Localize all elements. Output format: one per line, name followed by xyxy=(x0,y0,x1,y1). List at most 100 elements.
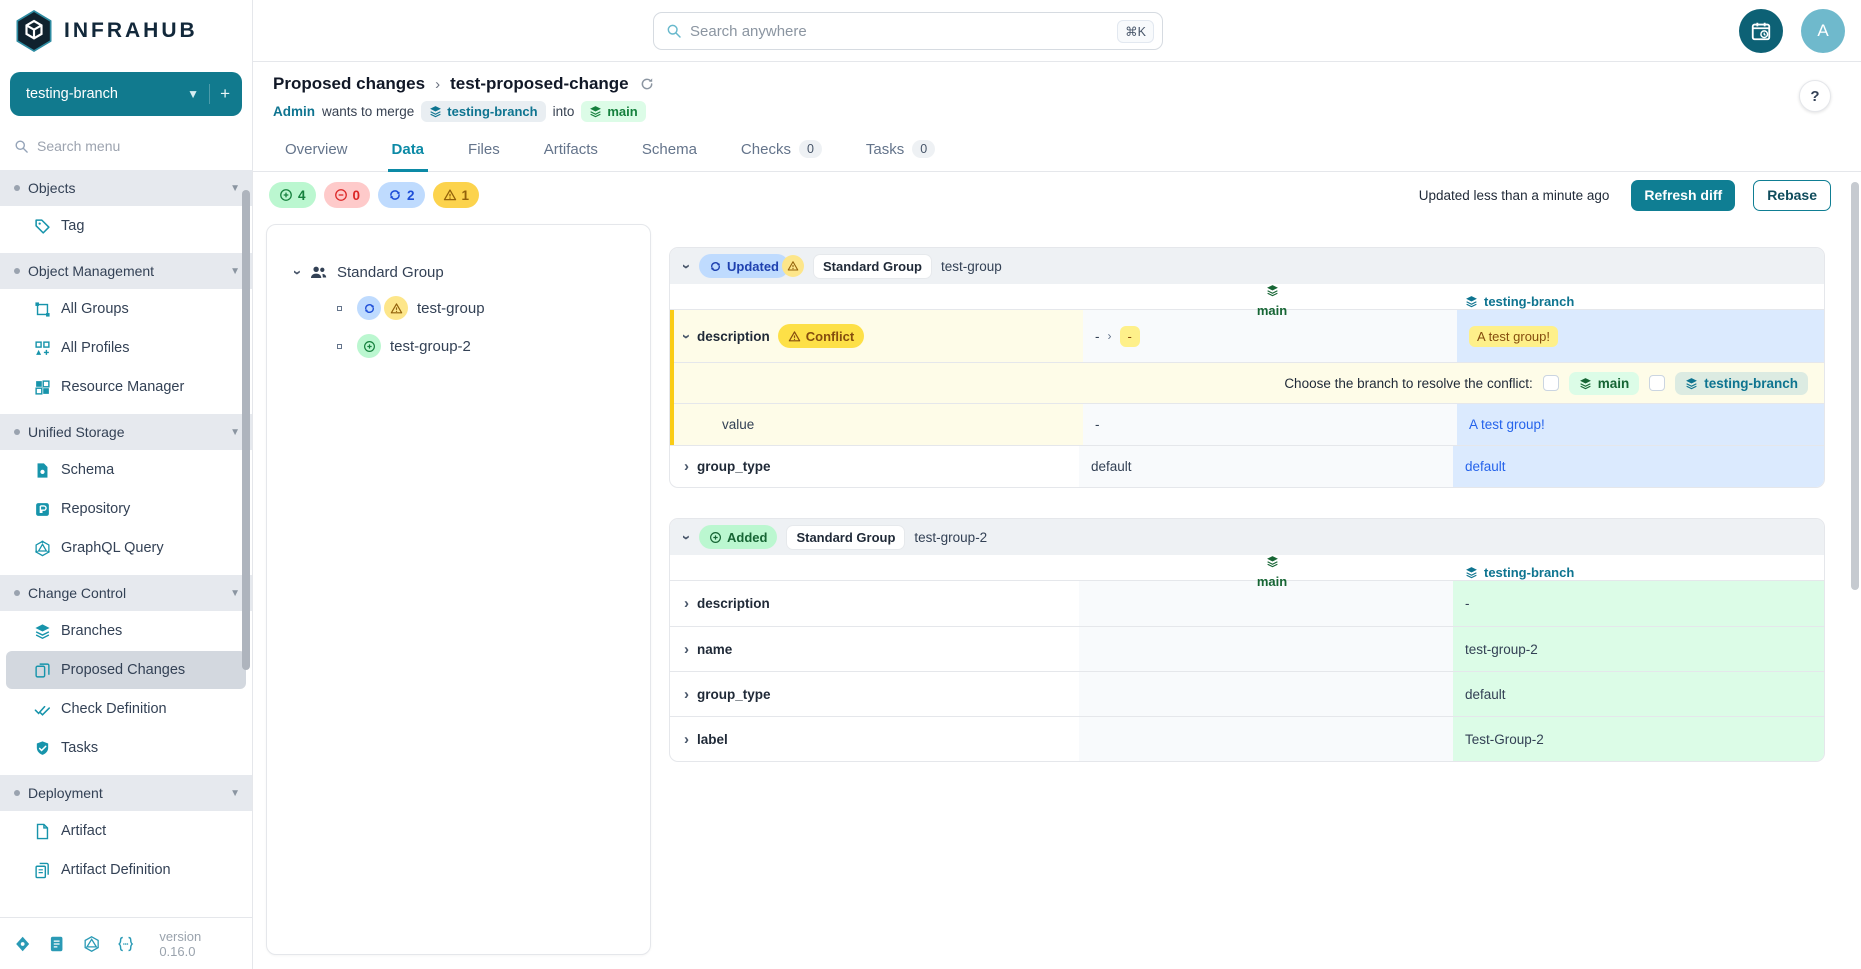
menu-search[interactable] xyxy=(0,122,252,166)
chevron-right-icon[interactable]: › xyxy=(684,731,689,748)
bullet-icon xyxy=(14,590,20,596)
breadcrumb-root[interactable]: Proposed changes xyxy=(273,74,425,94)
global-search-input[interactable] xyxy=(690,23,1109,40)
menu-search-input[interactable] xyxy=(37,138,207,154)
branch-columns-header: main testing-branch xyxy=(670,555,1824,581)
files-icon xyxy=(34,862,51,879)
sidebar-item-artifact[interactable]: Artifact xyxy=(6,812,246,850)
diff-card-header[interactable]: › Added Standard Group test-group-2 xyxy=(670,519,1824,555)
main-branch-option[interactable]: main xyxy=(1569,372,1640,395)
sidebar-item-schema[interactable]: Schema xyxy=(6,451,246,489)
double-check-icon xyxy=(34,701,51,718)
chevron-down-icon[interactable]: › xyxy=(678,535,695,540)
main-branch-checkbox[interactable] xyxy=(1543,375,1559,391)
attribute-row-name[interactable]: ›name test-group-2 xyxy=(670,626,1824,671)
sidebar-item-label: Artifact xyxy=(61,823,106,839)
tab-artifacts[interactable]: Artifacts xyxy=(544,140,598,171)
source-branch-chip[interactable]: testing-branch xyxy=(421,101,545,122)
sidebar-item-all-groups[interactable]: All Groups xyxy=(6,290,246,328)
attribute-row-label[interactable]: ›label Test-Group-2 xyxy=(670,716,1824,761)
object-kind-badge: Standard Group xyxy=(814,255,931,278)
diff-card-header[interactable]: › Updated Standard Group test-group xyxy=(670,248,1824,284)
checks-count-badge: 0 xyxy=(799,140,822,158)
chevron-down-icon[interactable]: ▼ xyxy=(177,87,209,101)
help-button[interactable]: ? xyxy=(1799,80,1831,112)
target-value-cell: A test group! xyxy=(1457,404,1824,445)
avatar[interactable]: A xyxy=(1801,9,1845,53)
testing-branch-checkbox[interactable] xyxy=(1649,375,1665,391)
object-group-icon xyxy=(34,301,51,318)
tab-overview[interactable]: Overview xyxy=(285,140,348,171)
bullet-icon xyxy=(14,790,20,796)
page-scrollbar[interactable] xyxy=(1851,182,1859,590)
brand-logo[interactable]: INFRAHUB xyxy=(0,0,252,62)
braces-icon[interactable] xyxy=(117,935,134,953)
global-search[interactable]: ⌘K xyxy=(653,12,1163,50)
sidebar-item-graphql-query[interactable]: GraphQL Query xyxy=(6,529,246,567)
attribute-row-group-type[interactable]: › group_type default default xyxy=(670,445,1824,487)
chevron-down-icon[interactable]: › xyxy=(678,334,695,339)
sidebar-item-repository[interactable]: Repository xyxy=(6,490,246,528)
section-change-control[interactable]: Change Control ▼ xyxy=(0,575,252,611)
section-unified-storage[interactable]: Unified Storage ▼ xyxy=(0,414,252,450)
search-icon xyxy=(14,139,29,154)
sidebar-item-resource-manager[interactable]: Resource Manager xyxy=(6,368,246,406)
tree-node-standard-group[interactable]: › Standard Group xyxy=(295,263,650,282)
sidebar-item-tasks[interactable]: Tasks xyxy=(6,729,246,767)
calendar-clock-button[interactable] xyxy=(1739,9,1783,53)
refresh-icon[interactable] xyxy=(639,76,655,92)
plus-circle-icon xyxy=(709,531,722,544)
chevron-right-icon[interactable]: › xyxy=(684,641,689,658)
attribute-row-group-type[interactable]: ›group_type default xyxy=(670,671,1824,716)
sidebar-scrollbar[interactable] xyxy=(242,190,250,670)
testing-branch-option[interactable]: testing-branch xyxy=(1675,372,1808,395)
tasks-count-badge: 0 xyxy=(912,140,935,158)
sidebar-item-proposed-changes[interactable]: Proposed Changes xyxy=(6,651,246,689)
section-label: Object Management xyxy=(28,263,222,279)
section-object-management[interactable]: Object Management ▼ xyxy=(0,253,252,289)
attribute-name: label xyxy=(697,732,728,747)
branch-icon xyxy=(429,105,442,118)
chevron-right-icon[interactable]: › xyxy=(684,458,689,475)
arrow-icon: › xyxy=(1108,329,1112,343)
docs-icon[interactable] xyxy=(48,935,65,953)
warning-icon xyxy=(390,302,403,315)
graphql-logo-icon[interactable] xyxy=(83,935,100,953)
main-area: ⌘K A Proposed changes › test-proposed-ch… xyxy=(253,0,1861,969)
sidebar-item-check-definition[interactable]: Check Definition xyxy=(6,690,246,728)
property-name: value xyxy=(722,417,754,432)
file-icon xyxy=(34,823,51,840)
sidebar: INFRAHUB testing-branch ▼ + Objects ▼ Ta… xyxy=(0,0,253,969)
chevron-down-icon[interactable]: › xyxy=(678,264,695,269)
tab-tasks[interactable]: Tasks0 xyxy=(866,140,935,171)
target-value-cell: test-group-2 xyxy=(1453,627,1824,671)
tree-node-test-group[interactable]: test-group xyxy=(337,296,650,320)
branch-icon xyxy=(589,105,602,118)
section-objects[interactable]: Objects ▼ xyxy=(0,170,252,206)
conflict-warning-icon xyxy=(782,255,804,277)
chevron-right-icon[interactable]: › xyxy=(684,595,689,612)
sidebar-item-all-profiles[interactable]: All Profiles xyxy=(6,329,246,367)
chevron-down-icon[interactable]: › xyxy=(289,270,306,275)
tab-data[interactable]: Data xyxy=(392,140,425,171)
rebase-button[interactable]: Rebase xyxy=(1753,180,1831,211)
add-branch-button[interactable]: + xyxy=(209,84,230,104)
sidebar-item-tag[interactable]: Tag xyxy=(6,207,246,245)
sidebar-item-artifact-definition[interactable]: Artifact Definition xyxy=(6,851,246,889)
tab-schema[interactable]: Schema xyxy=(642,140,697,171)
tree-node-test-group-2[interactable]: test-group-2 xyxy=(337,334,650,358)
tab-checks[interactable]: Checks0 xyxy=(741,140,822,171)
kite-icon[interactable] xyxy=(14,935,31,953)
sync-icon xyxy=(709,260,722,273)
updated-status-icon xyxy=(357,296,381,320)
chevron-right-icon[interactable]: › xyxy=(684,686,689,703)
conflict-value-chip: A test group! xyxy=(1469,326,1558,347)
topbar-actions: A xyxy=(1739,9,1845,53)
sidebar-item-branches[interactable]: Branches xyxy=(6,612,246,650)
refresh-diff-button[interactable]: Refresh diff xyxy=(1631,180,1735,211)
target-branch-chip[interactable]: main xyxy=(581,101,645,122)
target-value-cell: - xyxy=(1453,581,1824,626)
branch-selector[interactable]: testing-branch ▼ + xyxy=(10,72,242,116)
section-deployment[interactable]: Deployment ▼ xyxy=(0,775,252,811)
tab-files[interactable]: Files xyxy=(468,140,500,171)
